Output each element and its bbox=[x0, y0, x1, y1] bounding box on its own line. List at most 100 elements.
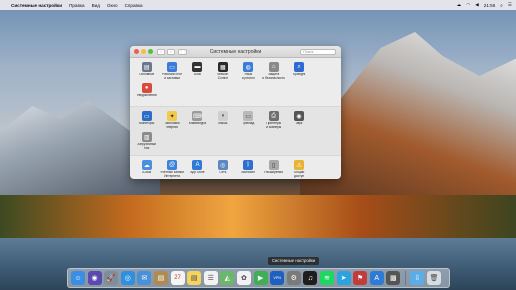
telegram-icon[interactable]: ➤ bbox=[336, 271, 351, 285]
app-icon[interactable]: ⚑ bbox=[353, 271, 368, 285]
spotlight-icon[interactable]: ⌕ bbox=[500, 3, 503, 8]
pane-bluetooth[interactable]: ᛒ Bluetooth bbox=[236, 159, 261, 179]
preferences-section: ▭ Мониторы ✦ Экономия энергии ⌨ Клавиатура ◖ Мы… bbox=[130, 107, 341, 156]
pane-app-store[interactable]: A App Store bbox=[185, 159, 210, 179]
maps-icon[interactable]: ◭ bbox=[220, 271, 235, 285]
pane-spotlight[interactable]: ⌕ Spotlight bbox=[286, 61, 311, 82]
spotify-icon[interactable]: ≋ bbox=[319, 271, 334, 285]
wifi-icon[interactable]: ◠ bbox=[466, 2, 470, 8]
pane-mission-control[interactable]: ▦ Mission Control bbox=[210, 61, 235, 82]
pane-security[interactable]: ⌂ Защита и безопасность bbox=[261, 61, 286, 82]
wallpaper-forest bbox=[0, 195, 516, 240]
pane-desktop[interactable]: ▭ Рабочий стол и заставка bbox=[159, 61, 184, 82]
dock-icon: ▬ bbox=[192, 62, 203, 72]
icloud-icon: ☁ bbox=[141, 160, 152, 170]
close-button[interactable] bbox=[134, 49, 139, 54]
pane-internet-accounts[interactable]: @ Учетные записи Интернета bbox=[159, 159, 184, 179]
list-icon[interactable]: ☰ bbox=[508, 2, 512, 8]
trash-icon[interactable]: 🗑 bbox=[427, 271, 442, 285]
calendar-icon[interactable]: 27 bbox=[170, 271, 185, 285]
pane-keyboard[interactable]: ⌨ Клавиатура bbox=[185, 110, 210, 131]
vpn-icon[interactable]: VPN bbox=[270, 271, 285, 285]
mission-control-icon: ▦ bbox=[217, 62, 228, 72]
pane-label: Мониторы bbox=[139, 122, 155, 125]
status-area: ☁ ◠ ◀ 21:55 ⌕ ☰ bbox=[457, 2, 512, 8]
pane-printers[interactable]: ⎙ Принтеры и сканеры bbox=[261, 110, 286, 131]
menu-bar: Системные настройки Правка Вид Окно Спра… bbox=[0, 0, 516, 10]
app-store-icon[interactable]: A bbox=[369, 271, 384, 285]
menu-app-name[interactable]: Системные настройки bbox=[11, 3, 62, 8]
siri-icon[interactable]: ◉ bbox=[87, 271, 102, 285]
forward-button[interactable]: › bbox=[167, 48, 175, 55]
back-button[interactable]: ‹ bbox=[157, 48, 165, 55]
printers-icon: ⎙ bbox=[268, 111, 279, 121]
facetime-icon[interactable]: ▶ bbox=[253, 271, 268, 285]
pane-notifications[interactable]: ● Уведомления bbox=[134, 82, 159, 103]
cloud-icon[interactable]: ☁ bbox=[457, 2, 462, 8]
zoom-button[interactable] bbox=[148, 49, 153, 54]
window-titlebar[interactable]: ‹ › ⋮⋮⋮ Системные настройки Поиск bbox=[130, 46, 341, 58]
pane-trackpad[interactable]: ▭ Трекпад bbox=[236, 110, 261, 131]
pane-displays[interactable]: ▭ Мониторы bbox=[134, 110, 159, 131]
pane-label: Bluetooth bbox=[241, 171, 255, 174]
pane-label: Клавиатура bbox=[188, 122, 207, 125]
unknown-icon[interactable]: ▩ bbox=[386, 271, 401, 285]
photos-icon[interactable]: ✿ bbox=[236, 271, 251, 285]
pane-icloud[interactable]: ☁ iCloud bbox=[134, 159, 159, 179]
pane-label: Основные bbox=[139, 73, 155, 76]
pane-general[interactable]: ▤ Основные bbox=[134, 61, 159, 82]
menu-edit[interactable]: Правка bbox=[69, 3, 85, 8]
sharing-icon: ⚠ bbox=[294, 160, 305, 170]
bluetooth-icon: ᛒ bbox=[243, 160, 254, 170]
pane-language[interactable]: ◍ Язык и регион bbox=[236, 61, 261, 82]
dock-tooltip: Системные настройки bbox=[268, 257, 320, 265]
contacts-icon[interactable]: ▤ bbox=[153, 271, 168, 285]
system-preferences-icon[interactable]: ⚙ bbox=[286, 271, 301, 285]
launchpad-icon[interactable]: 🚀 bbox=[104, 271, 119, 285]
pane-network[interactable]: ◎ Сеть bbox=[210, 159, 235, 179]
keyboard-icon: ⌨ bbox=[192, 111, 203, 121]
menu-help[interactable]: Справка bbox=[125, 3, 143, 8]
pane-label: Расширения bbox=[264, 171, 283, 174]
menu-view[interactable]: Вид bbox=[92, 3, 100, 8]
pane-label: iCloud bbox=[142, 171, 152, 174]
pane-label: Загрузочный том bbox=[137, 143, 157, 150]
search-input[interactable]: Поиск bbox=[300, 49, 336, 55]
extensions-icon: ▯ bbox=[268, 160, 279, 170]
language-icon: ◍ bbox=[243, 62, 254, 72]
pane-mouse[interactable]: ◖ Мышь bbox=[210, 110, 235, 131]
pane-dock[interactable]: ▬ Dock bbox=[185, 61, 210, 82]
startup-disk-icon: ▥ bbox=[141, 132, 152, 142]
downloads-folder-icon[interactable]: ⇩ bbox=[410, 271, 425, 285]
system-preferences-window: ‹ › ⋮⋮⋮ Системные настройки Поиск ▤ Основ… bbox=[130, 46, 341, 179]
notes-icon[interactable]: ▤ bbox=[187, 271, 202, 285]
pane-label: Принтеры и сканеры bbox=[266, 122, 282, 129]
reminders-icon[interactable]: ☰ bbox=[203, 271, 218, 285]
clock[interactable]: 21:55 bbox=[484, 3, 496, 8]
music-icon[interactable]: ♫ bbox=[303, 271, 318, 285]
pane-label: Защита и безопасность bbox=[262, 73, 285, 80]
pane-label: Экономия энергии bbox=[164, 122, 180, 129]
menu-window[interactable]: Окно bbox=[107, 3, 118, 8]
minimize-button[interactable] bbox=[141, 49, 146, 54]
mouse-icon: ◖ bbox=[217, 111, 228, 121]
energy-saver-icon: ✦ bbox=[167, 111, 178, 121]
general-icon: ▤ bbox=[141, 62, 152, 72]
volume-icon[interactable]: ◀ bbox=[475, 2, 479, 8]
pane-sound[interactable]: ◉ Звук bbox=[286, 110, 311, 131]
desktop-icon: ▭ bbox=[167, 62, 178, 72]
pane-label: Язык и регион bbox=[241, 73, 255, 80]
sound-icon: ◉ bbox=[294, 111, 305, 121]
pane-startup-disk[interactable]: ▥ Загрузочный том bbox=[134, 131, 159, 152]
safari-icon[interactable]: ◎ bbox=[120, 271, 135, 285]
pane-sharing[interactable]: ⚠ Общий доступ bbox=[286, 159, 311, 179]
pane-label: Общий доступ bbox=[293, 171, 305, 178]
pane-label: Уведомления bbox=[136, 94, 157, 97]
pane-extensions[interactable]: ▯ Расширения bbox=[261, 159, 286, 179]
pane-energy-saver[interactable]: ✦ Экономия энергии bbox=[159, 110, 184, 131]
preferences-section: ▤ Основные ▭ Рабочий стол и заставка ▬ Dock ▦ M… bbox=[130, 58, 341, 107]
finder-icon[interactable]: ☺ bbox=[71, 271, 85, 285]
mail-icon[interactable]: ✉ bbox=[137, 271, 152, 285]
pane-label: Dock bbox=[193, 73, 202, 76]
show-all-button[interactable]: ⋮⋮⋮ bbox=[178, 48, 191, 55]
